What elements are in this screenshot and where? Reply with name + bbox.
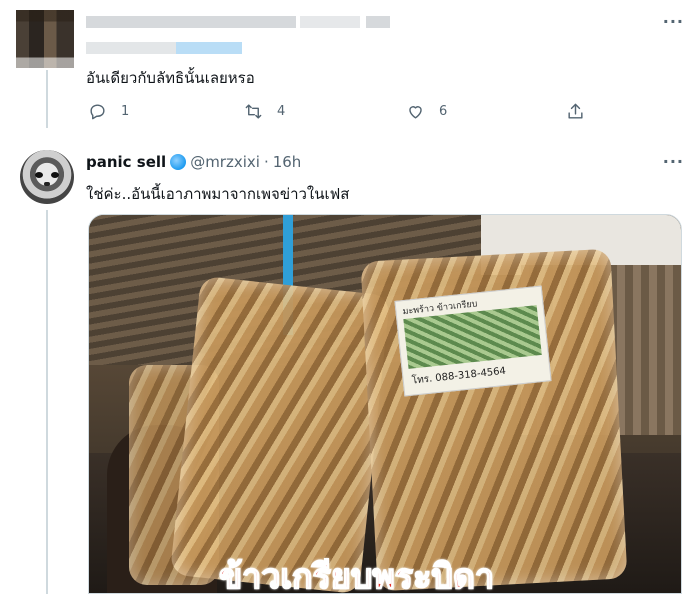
thread-line <box>46 210 48 594</box>
reply-count: 1 <box>121 104 130 119</box>
retweet-button[interactable]: 4 <box>244 102 285 121</box>
avatar-eye <box>51 172 59 178</box>
tweet-header: panic sell @mrzxixi · 16h <box>86 153 301 171</box>
blurred-replying-handle <box>176 42 242 54</box>
reply-icon <box>90 104 105 120</box>
more-icon[interactable]: ··· <box>663 152 684 171</box>
tweet-media-image[interactable]: มะพร้าว ข้าวเกรียบ โทร. 088-318-4564 ข้า… <box>88 214 682 594</box>
image-bag <box>169 275 391 593</box>
share-button[interactable] <box>566 102 585 121</box>
like-button[interactable]: 6 <box>406 102 447 121</box>
timestamp[interactable]: 16h <box>273 153 302 171</box>
verified-globe-icon <box>170 154 187 170</box>
avatar[interactable] <box>16 10 74 68</box>
thread-line <box>46 70 48 128</box>
tweet-1[interactable]: ··· อันเดียวกับลัทธินั้นเลยหรอ 1 4 6 <box>0 0 700 128</box>
product-label: มะพร้าว ข้าวเกรียบ โทร. 088-318-4564 <box>394 285 552 397</box>
reply-button[interactable]: 1 <box>88 102 129 121</box>
separator: · <box>263 153 269 171</box>
blurred-replying-to <box>86 42 176 54</box>
tweet-text: ใช่ค่ะ..อันนี้เอาภาพมาจากเพจข่าวในเฟส <box>86 185 350 203</box>
blurred-handle <box>300 16 360 28</box>
blurred-display-name <box>86 16 296 28</box>
product-label-phone: โทร. 088-318-4564 <box>411 365 507 387</box>
share-icon <box>568 103 583 119</box>
tweet-actions: 1 4 6 <box>88 102 608 124</box>
handle[interactable]: @mrzxixi <box>190 153 260 171</box>
tweet-text: อันเดียวกับลัทธินั้นเลยหรอ <box>86 69 255 87</box>
avatar[interactable] <box>20 150 74 204</box>
display-name[interactable]: panic sell <box>86 153 166 171</box>
avatar-nose <box>44 182 50 186</box>
more-icon[interactable]: ··· <box>663 12 684 31</box>
image-caption: ข้าวเกรียบพระบิดา <box>218 556 495 594</box>
avatar-eye <box>35 172 43 178</box>
retweet-icon <box>245 104 262 119</box>
like-count: 6 <box>439 104 448 119</box>
like-icon <box>409 106 422 119</box>
retweet-count: 4 <box>277 104 286 119</box>
blurred-time <box>366 16 390 28</box>
